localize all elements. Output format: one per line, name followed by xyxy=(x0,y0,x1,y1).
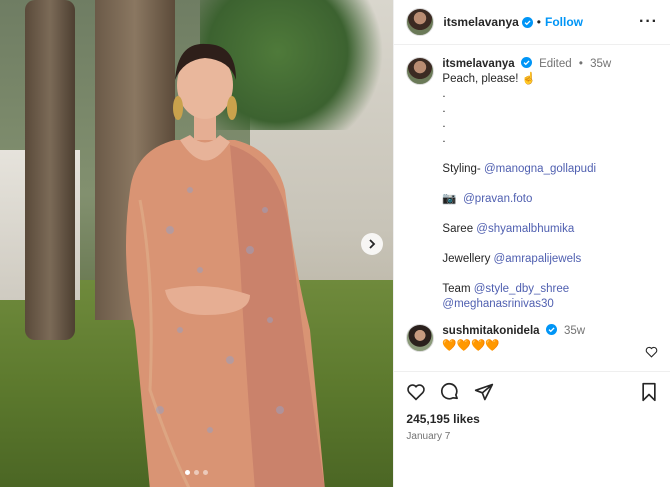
caption-line-1: Peach, please! ☝️ xyxy=(442,73,537,85)
caption-line-2: . xyxy=(442,88,446,100)
comment-text: sushmitakonidela 35w 🧡🧡🧡🧡 xyxy=(442,324,585,354)
caption-line-3: . xyxy=(442,103,446,115)
caption-line-blank xyxy=(442,147,611,162)
post-header: itsmelavanya • Follow ··· xyxy=(394,0,670,45)
author-username[interactable]: itsmelavanya xyxy=(443,15,518,29)
comment-icon[interactable] xyxy=(440,382,460,402)
more-options-icon[interactable]: ··· xyxy=(639,13,658,31)
carousel-dot-3 xyxy=(203,470,209,475)
caption-saree: Saree @shyamalbhumika xyxy=(442,222,611,237)
commenter-username[interactable]: sushmitakonidela xyxy=(442,325,539,337)
post-image[interactable] xyxy=(0,0,394,487)
mention-link[interactable]: @pravan.foto xyxy=(463,193,532,205)
caption-comment: itsmelavanya Edited • 35w Peach, please!… xyxy=(406,57,658,312)
share-icon[interactable] xyxy=(474,382,494,402)
post-age: 35w xyxy=(590,58,612,70)
action-bar xyxy=(394,371,670,412)
edited-label: Edited xyxy=(539,58,572,70)
bottom-spacer xyxy=(394,442,670,487)
chevron-right-icon xyxy=(369,239,376,249)
post-date[interactable]: January 7 xyxy=(394,426,670,442)
commenter-avatar[interactable] xyxy=(406,324,435,352)
camera-icon: 📷 xyxy=(442,193,457,205)
woman-in-saree-figure xyxy=(126,43,325,487)
follow-button[interactable]: Follow xyxy=(545,15,583,29)
mention-link[interactable]: @manogna_gollapudi xyxy=(484,163,596,175)
caption-line-blank xyxy=(442,207,611,222)
caption-team: Team @style_dby_shree xyxy=(442,282,611,297)
heart-icon[interactable] xyxy=(406,383,426,401)
mention-link[interactable]: @amrapalijewels xyxy=(494,253,582,265)
caption-line-4: . xyxy=(442,118,446,130)
caption-line-blank xyxy=(442,177,611,192)
tree-trunk-left xyxy=(25,0,75,340)
caption-jewellery: Jewellery @amrapalijewels xyxy=(442,252,611,267)
likes-count[interactable]: 245,195 likes xyxy=(394,412,670,426)
mention-link[interactable]: @meghanasrinivas30 xyxy=(442,298,553,310)
caption-styling: Styling- @manogna_gollapudi xyxy=(442,162,611,177)
verified-badge-icon xyxy=(520,57,532,68)
caption-text: itsmelavanya Edited • 35w Peach, please!… xyxy=(442,57,611,312)
caption-photo: 📷 @pravan.foto xyxy=(442,192,611,207)
bookmark-icon[interactable] xyxy=(640,382,658,402)
carousel-dot-2 xyxy=(194,470,200,475)
post-sidebar: itsmelavanya • Follow ··· itsmelavanya E… xyxy=(393,0,670,487)
caption-line-blank xyxy=(442,237,611,252)
saree-label: Saree xyxy=(442,223,477,235)
caption-author[interactable]: itsmelavanya xyxy=(442,58,514,70)
styling-label: Styling- xyxy=(442,163,484,175)
comment-age: 35w xyxy=(563,325,586,337)
carousel-indicator xyxy=(0,470,393,475)
verified-badge-icon xyxy=(545,324,557,335)
verified-badge-icon xyxy=(521,16,533,28)
caption-line-5: . xyxy=(442,133,446,145)
caption-line-blank xyxy=(442,267,611,282)
caption-team-2: @meghanasrinivas30 xyxy=(442,297,611,312)
author-avatar[interactable] xyxy=(406,8,435,36)
comment-body: 🧡🧡🧡🧡 xyxy=(442,340,500,352)
comments-section: itsmelavanya Edited • 35w Peach, please!… xyxy=(394,45,670,371)
mention-link[interactable]: @shyamalbhumika xyxy=(476,223,574,235)
author-avatar-small[interactable] xyxy=(406,57,435,85)
comment-item: sushmitakonidela 35w 🧡🧡🧡🧡 xyxy=(406,324,658,354)
mention-link[interactable]: @style_dby_shree xyxy=(474,283,569,295)
jewellery-label: Jewellery xyxy=(442,253,494,265)
instagram-post: itsmelavanya • Follow ··· itsmelavanya E… xyxy=(0,0,670,487)
team-label: Team xyxy=(442,283,474,295)
comment-like-heart-icon[interactable] xyxy=(645,346,658,358)
carousel-dot-1 xyxy=(185,470,191,475)
header-separator: • xyxy=(536,15,541,29)
meta-separator: • xyxy=(578,58,583,70)
